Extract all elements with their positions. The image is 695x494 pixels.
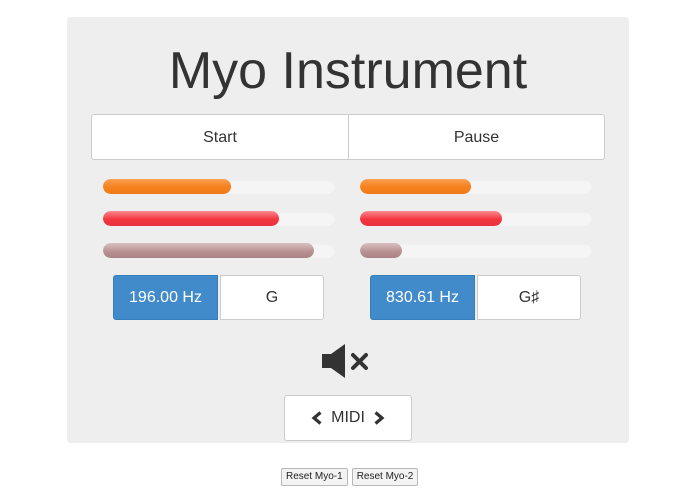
channel-1-bar-3-fill	[103, 243, 315, 258]
chevron-right-icon[interactable]	[373, 411, 385, 425]
instrument-panel: Myo Instrument Start Pause 196.00 Hz G 8…	[67, 17, 629, 443]
channel-2-note-button[interactable]: G♯	[477, 275, 581, 320]
chevron-left-icon[interactable]	[311, 411, 323, 425]
reset-myo-1-button[interactable]: Reset Myo-1	[281, 468, 348, 486]
channel-2-bar-1	[360, 179, 592, 194]
page-title: Myo Instrument	[168, 42, 528, 100]
reset-myo-2-button[interactable]: Reset Myo-2	[351, 468, 419, 486]
channel-1-note-button[interactable]: G	[220, 275, 324, 320]
channel-2-bar-3-fill	[360, 243, 402, 258]
channel-2-frequency-button[interactable]: 830.61 Hz	[370, 275, 475, 320]
channel-1-frequency-button[interactable]: 196.00 Hz	[113, 275, 218, 320]
channel-1-bar-2-fill	[103, 211, 280, 226]
pause-button[interactable]: Pause	[348, 114, 605, 160]
reset-buttons: Reset Myo-1 Reset Myo-2	[281, 468, 419, 486]
channel-1-bar-2	[103, 211, 335, 226]
channel-1-bar-1	[103, 179, 335, 194]
channel-2-bar-2	[360, 211, 592, 226]
midi-label: MIDI	[331, 409, 365, 426]
midi-button[interactable]: MIDI	[284, 395, 412, 441]
channel-1-bar-3	[103, 243, 335, 258]
start-button[interactable]: Start	[91, 114, 349, 160]
channel-2-bar-2-fill	[360, 211, 502, 226]
channel-1-bar-1-fill	[103, 179, 231, 194]
volume-mute-icon[interactable]	[321, 343, 371, 379]
channel-2-bar-1-fill	[360, 179, 472, 194]
channel-2-bar-3	[360, 243, 592, 258]
